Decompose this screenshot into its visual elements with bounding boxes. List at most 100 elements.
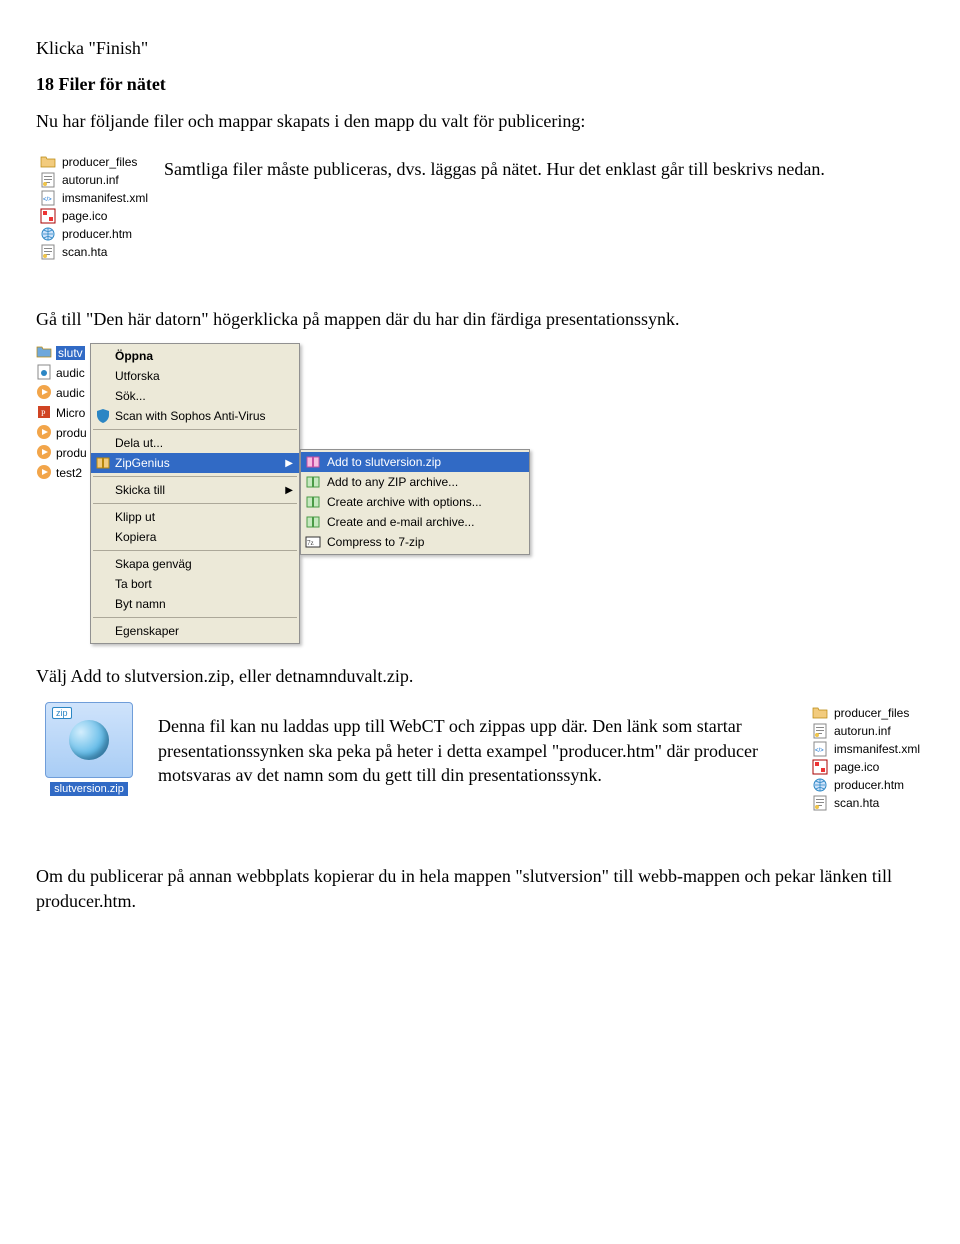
file-item: producer_files [808, 704, 924, 722]
intro-line2: Nu har följande filer och mappar skapats… [36, 109, 924, 133]
menu-item[interactable]: ZipGenius▶ [91, 453, 299, 473]
xml-icon: </> [812, 741, 828, 757]
after-menu-line: Välj Add to slutversion.zip, eller detna… [36, 664, 924, 688]
menu-item-label: Öppna [115, 349, 153, 363]
menu-item-label: Kopiera [115, 530, 156, 544]
submenu-item-label: Create archive with options... [327, 495, 482, 509]
menu-item[interactable]: Ta bort [91, 574, 299, 594]
xml-icon: </> [40, 190, 56, 206]
para-after-list-1: Samtliga filer måste publiceras, dvs. lä… [164, 157, 924, 181]
side-file-item: slutv [36, 343, 90, 363]
svg-text:</>: </> [815, 748, 824, 754]
zip-icon [95, 455, 111, 471]
submenu-item[interactable]: Create archive with options... [301, 492, 529, 512]
menu-item[interactable]: Klipp ut [91, 507, 299, 527]
side-file-item: PMicro [36, 403, 90, 423]
side-file-item: audic [36, 363, 90, 383]
submenu-item[interactable]: Add to slutversion.zip [301, 452, 529, 472]
file-item-label: producer.htm [62, 227, 132, 241]
intro-line1: Klicka "Finish" [36, 36, 924, 60]
submenu-item-label: Add to any ZIP archive... [327, 475, 458, 489]
menu-item-label: Skapa genväg [115, 557, 192, 571]
file-item: page.ico [808, 758, 924, 776]
file-item: autorun.inf [36, 171, 152, 189]
file-item-label: scan.hta [834, 796, 879, 810]
folder-sel-icon [36, 344, 52, 363]
wav-icon [36, 364, 52, 383]
shield-icon [95, 408, 111, 424]
menu-item[interactable]: Dela ut... [91, 433, 299, 453]
menu-separator [93, 503, 297, 504]
menu-item[interactable]: Skapa genväg [91, 554, 299, 574]
menu-item[interactable]: Sök... [91, 386, 299, 406]
file-item-label: autorun.inf [834, 724, 891, 738]
wmp-icon [36, 424, 52, 443]
menu-item[interactable]: Scan with Sophos Anti-Virus [91, 406, 299, 426]
hta-icon [812, 795, 828, 811]
zip-green-icon [305, 494, 321, 510]
ico-icon [812, 759, 828, 775]
svg-text:7z: 7z [307, 539, 314, 547]
file-item: scan.hta [36, 243, 152, 261]
intro-heading: 18 Filer för nätet [36, 72, 924, 96]
zip-paragraph: Denna fil kan nu laddas upp till WebCT o… [158, 714, 792, 787]
submenu-item[interactable]: Add to any ZIP archive... [301, 472, 529, 492]
zip-pink-icon [305, 454, 321, 470]
file-item-label: page.ico [62, 209, 107, 223]
menu-item-label: Klipp ut [115, 510, 155, 524]
side-file-label: produ [56, 426, 87, 440]
side-file-label: audic [56, 386, 85, 400]
file-item-label: autorun.inf [62, 173, 119, 187]
side-file-label: produ [56, 446, 87, 460]
footer-paragraph: Om du publicerar på annan webbplats kopi… [36, 864, 924, 913]
submenu-item[interactable]: 7z Compress to 7-zip [301, 532, 529, 552]
menu-item[interactable]: Egenskaper [91, 621, 299, 641]
zip-thumb-label: slutversion.zip [50, 782, 128, 796]
folder-icon [812, 705, 828, 721]
side-file-label: test2 [56, 466, 82, 480]
submenu-item-label: Compress to 7-zip [327, 535, 424, 549]
htm-icon [812, 777, 828, 793]
file-item-label: imsmanifest.xml [834, 742, 920, 756]
ico-icon [40, 208, 56, 224]
file-item-label: producer.htm [834, 778, 904, 792]
svg-text:</>: </> [43, 197, 52, 203]
menu-item[interactable]: Utforska [91, 366, 299, 386]
side-file-item: audic [36, 383, 90, 403]
menu-item-label: Ta bort [115, 577, 152, 591]
menu-item-label: Utforska [115, 369, 160, 383]
menu-separator [93, 476, 297, 477]
menu-item[interactable]: Kopiera [91, 527, 299, 547]
menu-item-label: Scan with Sophos Anti-Virus [115, 409, 266, 423]
file-item: producer.htm [808, 776, 924, 794]
file-item: scan.hta [808, 794, 924, 812]
file-item-label: imsmanifest.xml [62, 191, 148, 205]
menu-item[interactable]: Skicka till▶ [91, 480, 299, 500]
file-item-label: producer_files [62, 155, 137, 169]
context-menu: Öppna Utforska Sök... Scan with Sophos Anti… [90, 343, 300, 644]
submenu-item-label: Create and e-mail archive... [327, 515, 474, 529]
menu-item-label: Sök... [115, 389, 146, 403]
zip-globe-icon [69, 720, 109, 760]
htm-icon [40, 226, 56, 242]
menu-item[interactable]: Öppna [91, 346, 299, 366]
file-item: autorun.inf [808, 722, 924, 740]
file-item: producer.htm [36, 225, 152, 243]
file-list-right: producer_files autorun.inf </> imsmanifest.… [808, 702, 924, 814]
ini-icon [812, 723, 828, 739]
hta-icon [40, 244, 56, 260]
ppt-icon: P [36, 404, 52, 423]
menu-item-label: Egenskaper [115, 624, 179, 638]
zip-green-icon [305, 474, 321, 490]
7z-icon: 7z [305, 534, 321, 550]
zip-badge: zip [52, 707, 72, 719]
ini-icon [40, 172, 56, 188]
side-file-item: test2 [36, 463, 90, 483]
file-item-label: producer_files [834, 706, 909, 720]
menu-item-label: Dela ut... [115, 436, 163, 450]
menu-separator [93, 550, 297, 551]
menu-item[interactable]: Byt namn [91, 594, 299, 614]
submenu-item[interactable]: Create and e-mail archive... [301, 512, 529, 532]
menu-item-label: Skicka till [115, 483, 165, 497]
zip-thumbnail: zip slutversion.zip [36, 702, 142, 796]
